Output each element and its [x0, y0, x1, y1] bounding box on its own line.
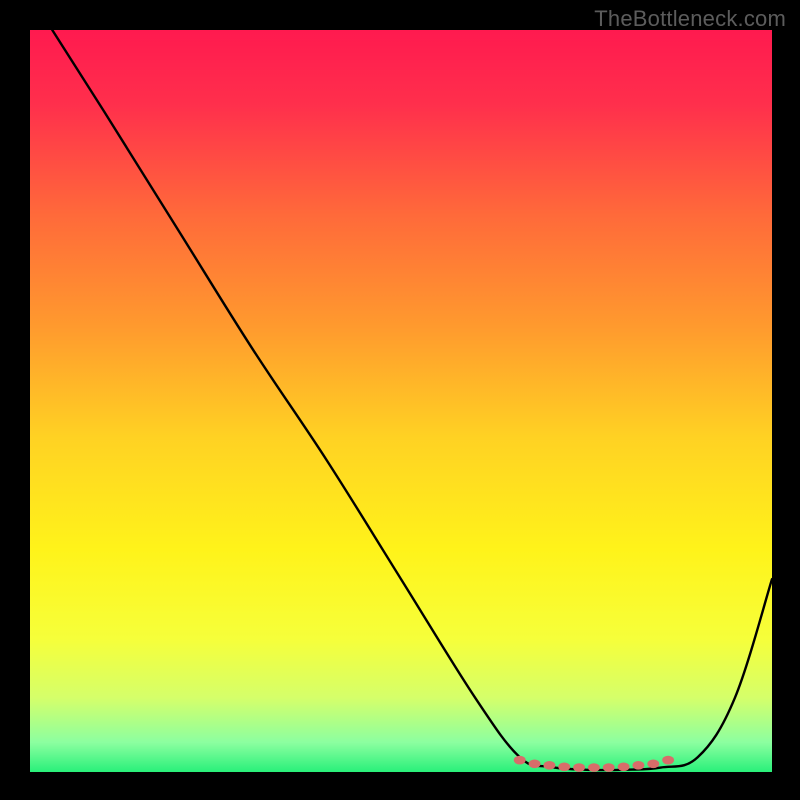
- series-dot: [588, 763, 600, 772]
- chart-stage: TheBottleneck.com: [0, 0, 800, 800]
- chart-svg: [30, 30, 772, 772]
- series-dot: [529, 760, 541, 769]
- series-dot: [603, 763, 615, 772]
- plot-area: [30, 30, 772, 772]
- series-dot: [543, 761, 555, 770]
- chart-background: [30, 30, 772, 772]
- series-dot: [632, 761, 644, 770]
- series-dot: [662, 756, 674, 765]
- series-dot: [514, 756, 526, 765]
- series-dot: [618, 762, 630, 771]
- series-dot: [573, 763, 585, 772]
- watermark-text: TheBottleneck.com: [594, 6, 786, 32]
- series-dot: [558, 762, 570, 771]
- series-dot: [647, 760, 659, 769]
